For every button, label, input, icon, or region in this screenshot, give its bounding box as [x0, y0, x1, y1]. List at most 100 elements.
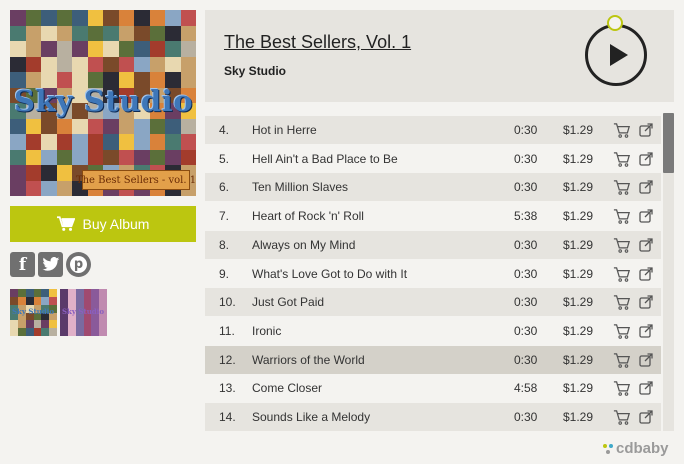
track-row[interactable]: 9. What's Love Got to Do with It 0:30 $1.29	[205, 259, 661, 288]
mosaic-tile	[56, 180, 72, 196]
add-to-cart-icon[interactable]	[613, 266, 631, 282]
track-row[interactable]: 6. Ten Million Slaves 0:30 $1.29	[205, 173, 661, 202]
mosaic-tile	[10, 134, 26, 150]
facebook-icon[interactable]: f	[10, 252, 35, 277]
album-title-link[interactable]: The Best Sellers, Vol. 1	[224, 32, 411, 53]
track-title[interactable]: Ironic	[252, 324, 281, 338]
mosaic-tile	[134, 41, 150, 57]
mosaic-tile	[25, 289, 34, 297]
thumbnail-label: Sky Studio	[12, 307, 55, 316]
mosaic-tile	[91, 328, 100, 336]
mosaic-tile	[103, 149, 119, 165]
track-duration: 0:30	[514, 151, 538, 166]
mosaic-tile	[72, 56, 88, 72]
track-title[interactable]: Always on My Mind	[252, 238, 355, 252]
play-button[interactable]	[585, 24, 647, 86]
mosaic-tile	[10, 320, 18, 329]
mosaic-tile	[10, 56, 26, 72]
album-thumbnail[interactable]: Sky Studio	[60, 289, 107, 336]
mosaic-tile	[10, 25, 26, 41]
share-icon[interactable]	[639, 410, 653, 424]
share-icon[interactable]	[639, 381, 653, 395]
track-title[interactable]: Ten Million Slaves	[252, 180, 348, 194]
cdbaby-label: cdbaby	[616, 440, 669, 457]
mosaic-tile	[56, 10, 72, 26]
mosaic-tile	[49, 289, 57, 297]
buy-album-button[interactable]: Buy Album	[10, 206, 196, 242]
track-row[interactable]: 13. Come Closer 4:58 $1.29	[205, 374, 661, 403]
mosaic-tile	[72, 25, 88, 41]
twitter-icon[interactable]	[38, 252, 63, 277]
track-row[interactable]: 4. Hot in Herre 0:30 $1.29	[205, 116, 661, 144]
share-icon[interactable]	[639, 266, 653, 281]
mosaic-tile	[118, 41, 134, 57]
mosaic-tile	[25, 56, 41, 72]
track-title[interactable]: Sounds Like a Melody	[252, 410, 370, 424]
track-row[interactable]: 7. Heart of Rock 'n' Roll 5:38 $1.29	[205, 202, 661, 231]
mosaic-tile	[60, 328, 68, 336]
track-row[interactable]: 14. Sounds Like a Melody 0:30 $1.29	[205, 403, 661, 431]
mosaic-tile	[134, 149, 150, 165]
mosaic-tile	[10, 10, 26, 26]
track-title[interactable]: Warriors of the World	[252, 353, 365, 367]
cdbaby-logo[interactable]: cdbaby	[602, 440, 669, 457]
add-to-cart-icon[interactable]	[613, 123, 631, 138]
mosaic-tile	[83, 289, 92, 297]
add-to-cart-icon[interactable]	[613, 410, 631, 425]
mosaic-tile	[103, 134, 119, 150]
track-number: 14.	[219, 410, 236, 424]
mosaic-tile	[25, 134, 41, 150]
track-row[interactable]: 8. Always on My Mind 0:30 $1.29	[205, 230, 661, 259]
track-row[interactable]: 10. Just Got Paid 0:30 $1.29	[205, 288, 661, 317]
add-to-cart-icon[interactable]	[613, 180, 631, 196]
scrollbar-thumb[interactable]	[663, 113, 674, 173]
add-to-cart-icon[interactable]	[613, 352, 631, 368]
buy-album-label: Buy Album	[82, 216, 150, 232]
track-title[interactable]: Hell Ain't a Bad Place to Be	[252, 152, 398, 166]
share-icon[interactable]	[639, 152, 653, 166]
add-to-cart-icon[interactable]	[613, 238, 631, 253]
mosaic-tile	[41, 289, 50, 297]
track-row[interactable]: 11. Ironic 0:30 $1.29	[205, 316, 661, 345]
share-icon[interactable]	[639, 123, 653, 137]
social-share-bar: f p	[10, 252, 91, 277]
track-price: $1.29	[563, 151, 594, 166]
album-thumbnail[interactable]: Sky Studio	[10, 289, 57, 336]
track-list: 4. Hot in Herre 0:30 $1.29 5. Hell Ain't a Ba…	[205, 113, 674, 431]
track-title[interactable]: Just Got Paid	[252, 295, 324, 309]
mosaic-tile	[72, 41, 88, 57]
track-row[interactable]: 5. Hell Ain't a Bad Place to Be 0:30 $1.29	[205, 144, 661, 173]
add-to-cart-icon[interactable]	[613, 324, 631, 339]
mosaic-tile	[180, 149, 196, 165]
mosaic-tile	[91, 320, 100, 329]
mosaic-tile	[25, 180, 41, 196]
track-title[interactable]: Hot in Herre	[252, 123, 317, 137]
share-icon[interactable]	[639, 352, 653, 367]
mosaic-tile	[25, 165, 41, 181]
add-to-cart-icon[interactable]	[613, 209, 631, 224]
track-number: 7.	[219, 209, 230, 224]
share-icon[interactable]	[639, 180, 653, 195]
track-row[interactable]: 12. Warriors of the World 0:30 $1.29	[205, 345, 661, 374]
pinterest-icon[interactable]: p	[66, 252, 91, 277]
mosaic-tile	[10, 180, 26, 196]
share-icon[interactable]	[639, 209, 653, 223]
track-title[interactable]: Come Closer	[252, 381, 322, 395]
add-to-cart-icon[interactable]	[613, 381, 631, 397]
cart-icon	[56, 216, 75, 231]
track-price: $1.29	[563, 410, 594, 424]
share-icon[interactable]	[639, 324, 653, 338]
mosaic-tile	[99, 289, 107, 297]
track-title[interactable]: Heart of Rock 'n' Roll	[252, 209, 364, 223]
track-duration: 0:30	[514, 295, 538, 310]
share-icon[interactable]	[639, 238, 653, 252]
track-title[interactable]: What's Love Got to Do with It	[252, 267, 407, 281]
add-to-cart-icon[interactable]	[613, 295, 631, 311]
mosaic-tile	[56, 118, 72, 134]
track-number: 13.	[219, 381, 236, 396]
add-to-cart-icon[interactable]	[613, 151, 631, 167]
mosaic-tile	[17, 289, 26, 297]
play-indicator	[607, 15, 623, 31]
mosaic-tile	[134, 10, 150, 26]
share-icon[interactable]	[639, 295, 653, 309]
